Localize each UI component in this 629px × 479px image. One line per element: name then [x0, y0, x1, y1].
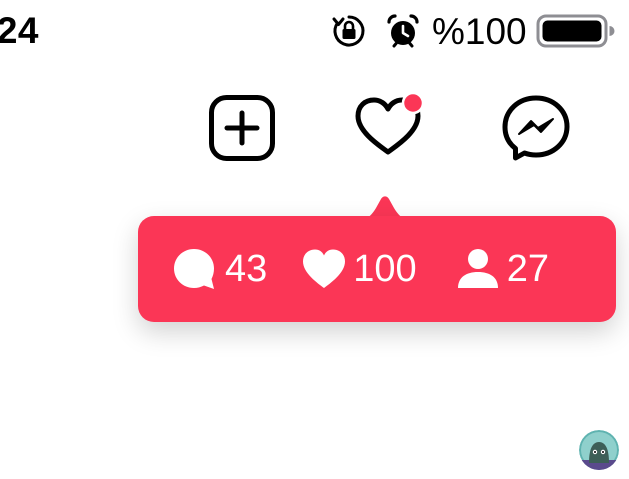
orientation-lock-icon — [331, 13, 367, 49]
notification-dot — [401, 92, 424, 115]
battery-icon — [536, 13, 616, 49]
activity-button[interactable] — [352, 92, 424, 164]
activity-bubble[interactable]: 43 100 27 — [138, 216, 616, 322]
screen: :24 %100 — [0, 0, 629, 479]
new-post-icon — [209, 95, 275, 161]
followers-stat: 27 — [455, 246, 549, 292]
heart-icon — [355, 92, 424, 155]
likes-count: 100 — [353, 248, 417, 290]
comments-stat: 43 — [171, 246, 267, 292]
heart-icon — [303, 249, 346, 288]
comments-count: 43 — [225, 248, 268, 290]
avatar-icon — [579, 430, 619, 470]
likes-stat: 100 — [301, 246, 417, 292]
status-time: :24 — [0, 10, 39, 51]
battery-percent: %100 — [432, 11, 527, 52]
alarm-icon — [385, 13, 421, 49]
followers-count: 27 — [506, 248, 549, 290]
new-post-button[interactable] — [206, 92, 278, 164]
messenger-button[interactable] — [500, 92, 572, 164]
messenger-icon — [502, 95, 570, 161]
battery-fill — [542, 20, 602, 42]
avatar[interactable] — [579, 430, 619, 470]
user-icon — [457, 249, 498, 288]
comment-icon — [174, 249, 214, 289]
